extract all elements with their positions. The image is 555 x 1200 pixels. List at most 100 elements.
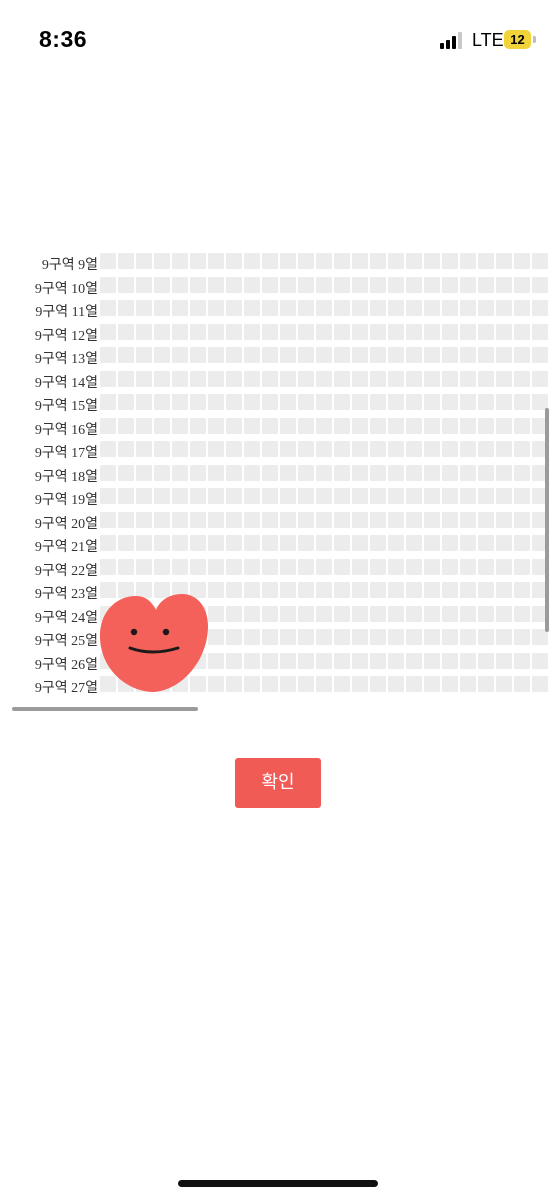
seat[interactable]	[406, 559, 422, 575]
seat[interactable]	[514, 277, 530, 293]
seat[interactable]	[316, 535, 332, 551]
seat[interactable]	[406, 300, 422, 316]
seat[interactable]	[334, 253, 350, 269]
seat[interactable]	[172, 394, 188, 410]
seat[interactable]	[442, 277, 458, 293]
seat[interactable]	[532, 277, 548, 293]
seat[interactable]	[316, 441, 332, 457]
seat[interactable]	[496, 441, 512, 457]
seat[interactable]	[136, 347, 152, 363]
seat[interactable]	[460, 371, 476, 387]
seat[interactable]	[478, 535, 494, 551]
seat[interactable]	[388, 465, 404, 481]
seat[interactable]	[298, 582, 314, 598]
seat[interactable]	[208, 559, 224, 575]
seat[interactable]	[352, 300, 368, 316]
seat[interactable]	[208, 629, 224, 645]
seat[interactable]	[190, 465, 206, 481]
seat[interactable]	[352, 465, 368, 481]
seat[interactable]	[442, 418, 458, 434]
seat[interactable]	[496, 418, 512, 434]
horizontal-scrollbar[interactable]	[12, 707, 198, 711]
seat[interactable]	[370, 629, 386, 645]
seat[interactable]	[208, 418, 224, 434]
seat[interactable]	[496, 559, 512, 575]
seat[interactable]	[388, 653, 404, 669]
seat[interactable]	[190, 535, 206, 551]
seat[interactable]	[316, 676, 332, 692]
seat[interactable]	[406, 441, 422, 457]
seat[interactable]	[406, 347, 422, 363]
seat[interactable]	[352, 418, 368, 434]
seat[interactable]	[388, 535, 404, 551]
seat[interactable]	[388, 253, 404, 269]
seat[interactable]	[298, 441, 314, 457]
seat[interactable]	[118, 277, 134, 293]
seat[interactable]	[352, 371, 368, 387]
seat[interactable]	[172, 300, 188, 316]
seat[interactable]	[460, 300, 476, 316]
seat[interactable]	[280, 676, 296, 692]
seat[interactable]	[478, 347, 494, 363]
seat[interactable]	[100, 253, 116, 269]
seat[interactable]	[334, 465, 350, 481]
seat[interactable]	[208, 441, 224, 457]
seat[interactable]	[262, 441, 278, 457]
seat[interactable]	[442, 653, 458, 669]
seat[interactable]	[100, 512, 116, 528]
seat[interactable]	[388, 606, 404, 622]
seat[interactable]	[316, 371, 332, 387]
seat[interactable]	[442, 512, 458, 528]
seat[interactable]	[478, 488, 494, 504]
seat[interactable]	[172, 277, 188, 293]
seat[interactable]	[352, 676, 368, 692]
seat[interactable]	[262, 394, 278, 410]
seat[interactable]	[172, 465, 188, 481]
seat[interactable]	[388, 277, 404, 293]
seat[interactable]	[262, 606, 278, 622]
seat[interactable]	[208, 465, 224, 481]
seat[interactable]	[154, 324, 170, 340]
seat[interactable]	[262, 535, 278, 551]
seat[interactable]	[316, 418, 332, 434]
seat[interactable]	[424, 559, 440, 575]
seat[interactable]	[154, 418, 170, 434]
seat[interactable]	[424, 582, 440, 598]
seat[interactable]	[496, 324, 512, 340]
seat[interactable]	[370, 253, 386, 269]
seat-map[interactable]: 9구역 9열 9구역 10열 9구역 11열 9구역 12열 9구역 13열 9구역 14…	[0, 250, 555, 700]
seat[interactable]	[118, 300, 134, 316]
seat[interactable]	[478, 300, 494, 316]
seat[interactable]	[118, 347, 134, 363]
seat[interactable]	[262, 347, 278, 363]
seat[interactable]	[334, 653, 350, 669]
seat[interactable]	[406, 488, 422, 504]
seat[interactable]	[370, 488, 386, 504]
seat[interactable]	[460, 347, 476, 363]
seat[interactable]	[190, 300, 206, 316]
seat[interactable]	[208, 512, 224, 528]
seat[interactable]	[316, 653, 332, 669]
seat[interactable]	[280, 629, 296, 645]
seat[interactable]	[208, 371, 224, 387]
seat[interactable]	[514, 371, 530, 387]
seat[interactable]	[172, 418, 188, 434]
seat[interactable]	[496, 371, 512, 387]
seat[interactable]	[136, 535, 152, 551]
seat[interactable]	[244, 535, 260, 551]
seat[interactable]	[190, 512, 206, 528]
seat[interactable]	[352, 582, 368, 598]
seat[interactable]	[190, 394, 206, 410]
seat[interactable]	[244, 277, 260, 293]
seat[interactable]	[280, 488, 296, 504]
seat[interactable]	[244, 512, 260, 528]
seat[interactable]	[370, 582, 386, 598]
seat[interactable]	[406, 512, 422, 528]
seat[interactable]	[172, 488, 188, 504]
seat[interactable]	[442, 324, 458, 340]
seat[interactable]	[262, 676, 278, 692]
seat[interactable]	[100, 488, 116, 504]
seat[interactable]	[100, 371, 116, 387]
seat[interactable]	[334, 535, 350, 551]
seat[interactable]	[406, 465, 422, 481]
